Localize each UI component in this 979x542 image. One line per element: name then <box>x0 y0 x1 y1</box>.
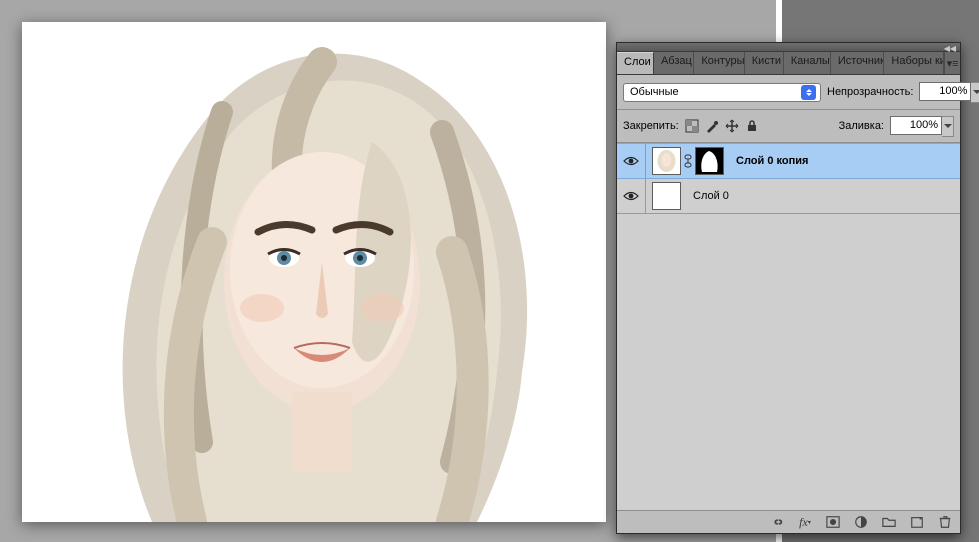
layer-visibility-toggle[interactable] <box>617 144 646 178</box>
panel-tab-strip: Слои Абзац Контуры Кисти Каналы Источник… <box>617 52 960 75</box>
layer-row[interactable]: Слой 0 копия <box>617 143 960 179</box>
new-group-icon[interactable] <box>880 513 898 531</box>
layers-panel: ◀◀ Слои Абзац Контуры Кисти Каналы Источ… <box>616 42 961 534</box>
layer-thumbnail[interactable] <box>652 147 681 175</box>
opacity-input[interactable]: 100% <box>919 82 971 101</box>
layer-mask-thumbnail[interactable] <box>695 147 724 175</box>
add-mask-icon[interactable] <box>824 513 842 531</box>
new-layer-icon[interactable] <box>908 513 926 531</box>
eye-icon <box>623 156 639 166</box>
fill-label: Заливка: <box>839 120 884 132</box>
panel-flyout-menu-icon[interactable]: ▾≡ <box>944 52 960 74</box>
layer-mask-link-icon[interactable] <box>684 152 692 170</box>
layer-effects-icon[interactable]: fx▾ <box>796 513 814 531</box>
document-image <box>22 22 606 522</box>
panel-drag-header[interactable]: ◀◀ <box>617 43 960 52</box>
lock-position-icon[interactable] <box>725 119 739 133</box>
blend-opacity-row: Обычные Непрозрачность: 100% <box>617 75 960 110</box>
lock-fill-row: Закрепить: Заливка: 100% <box>617 110 960 143</box>
tab-source[interactable]: Источник <box>831 52 885 74</box>
lock-label: Закрепить: <box>623 120 679 132</box>
lock-paint-icon[interactable] <box>705 119 719 133</box>
blend-mode-select[interactable]: Обычные <box>623 83 821 102</box>
tab-paths[interactable]: Контуры <box>694 52 744 74</box>
layer-thumbnail[interactable] <box>652 182 681 210</box>
panel-collapse-icon[interactable]: ◀◀ <box>944 44 956 53</box>
blend-mode-stepper-icon <box>801 85 816 100</box>
tab-sets[interactable]: Наборы ки <box>884 52 944 74</box>
panel-body: Обычные Непрозрачность: 100% Закрепить: <box>617 75 960 533</box>
tab-channels[interactable]: Каналы <box>784 52 831 74</box>
blend-mode-value: Обычные <box>630 86 679 98</box>
link-layers-icon[interactable] <box>768 513 786 531</box>
opacity-label: Непрозрачность: <box>827 86 913 98</box>
adjustment-layer-icon[interactable] <box>852 513 870 531</box>
layer-name[interactable]: Слой 0 копия <box>730 155 808 167</box>
tab-paragraph[interactable]: Абзац <box>654 52 694 74</box>
fill-dropdown-icon[interactable] <box>942 116 954 137</box>
tab-layers[interactable]: Слои <box>617 52 654 74</box>
lock-transparency-icon[interactable] <box>685 119 699 133</box>
opacity-dropdown-icon[interactable] <box>971 82 979 103</box>
layer-visibility-toggle[interactable] <box>617 179 646 213</box>
layer-row[interactable]: Слой 0 <box>617 179 960 214</box>
fill-input[interactable]: 100% <box>890 116 942 135</box>
panel-footer: fx▾ <box>617 510 960 533</box>
lock-all-icon[interactable] <box>745 119 759 133</box>
eye-icon <box>623 191 639 201</box>
tab-brushes[interactable]: Кисти <box>745 52 784 74</box>
delete-layer-icon[interactable] <box>936 513 954 531</box>
document-canvas[interactable] <box>22 22 606 522</box>
layer-name[interactable]: Слой 0 <box>687 190 729 202</box>
layer-list: Слой 0 копия Слой 0 <box>617 143 960 510</box>
